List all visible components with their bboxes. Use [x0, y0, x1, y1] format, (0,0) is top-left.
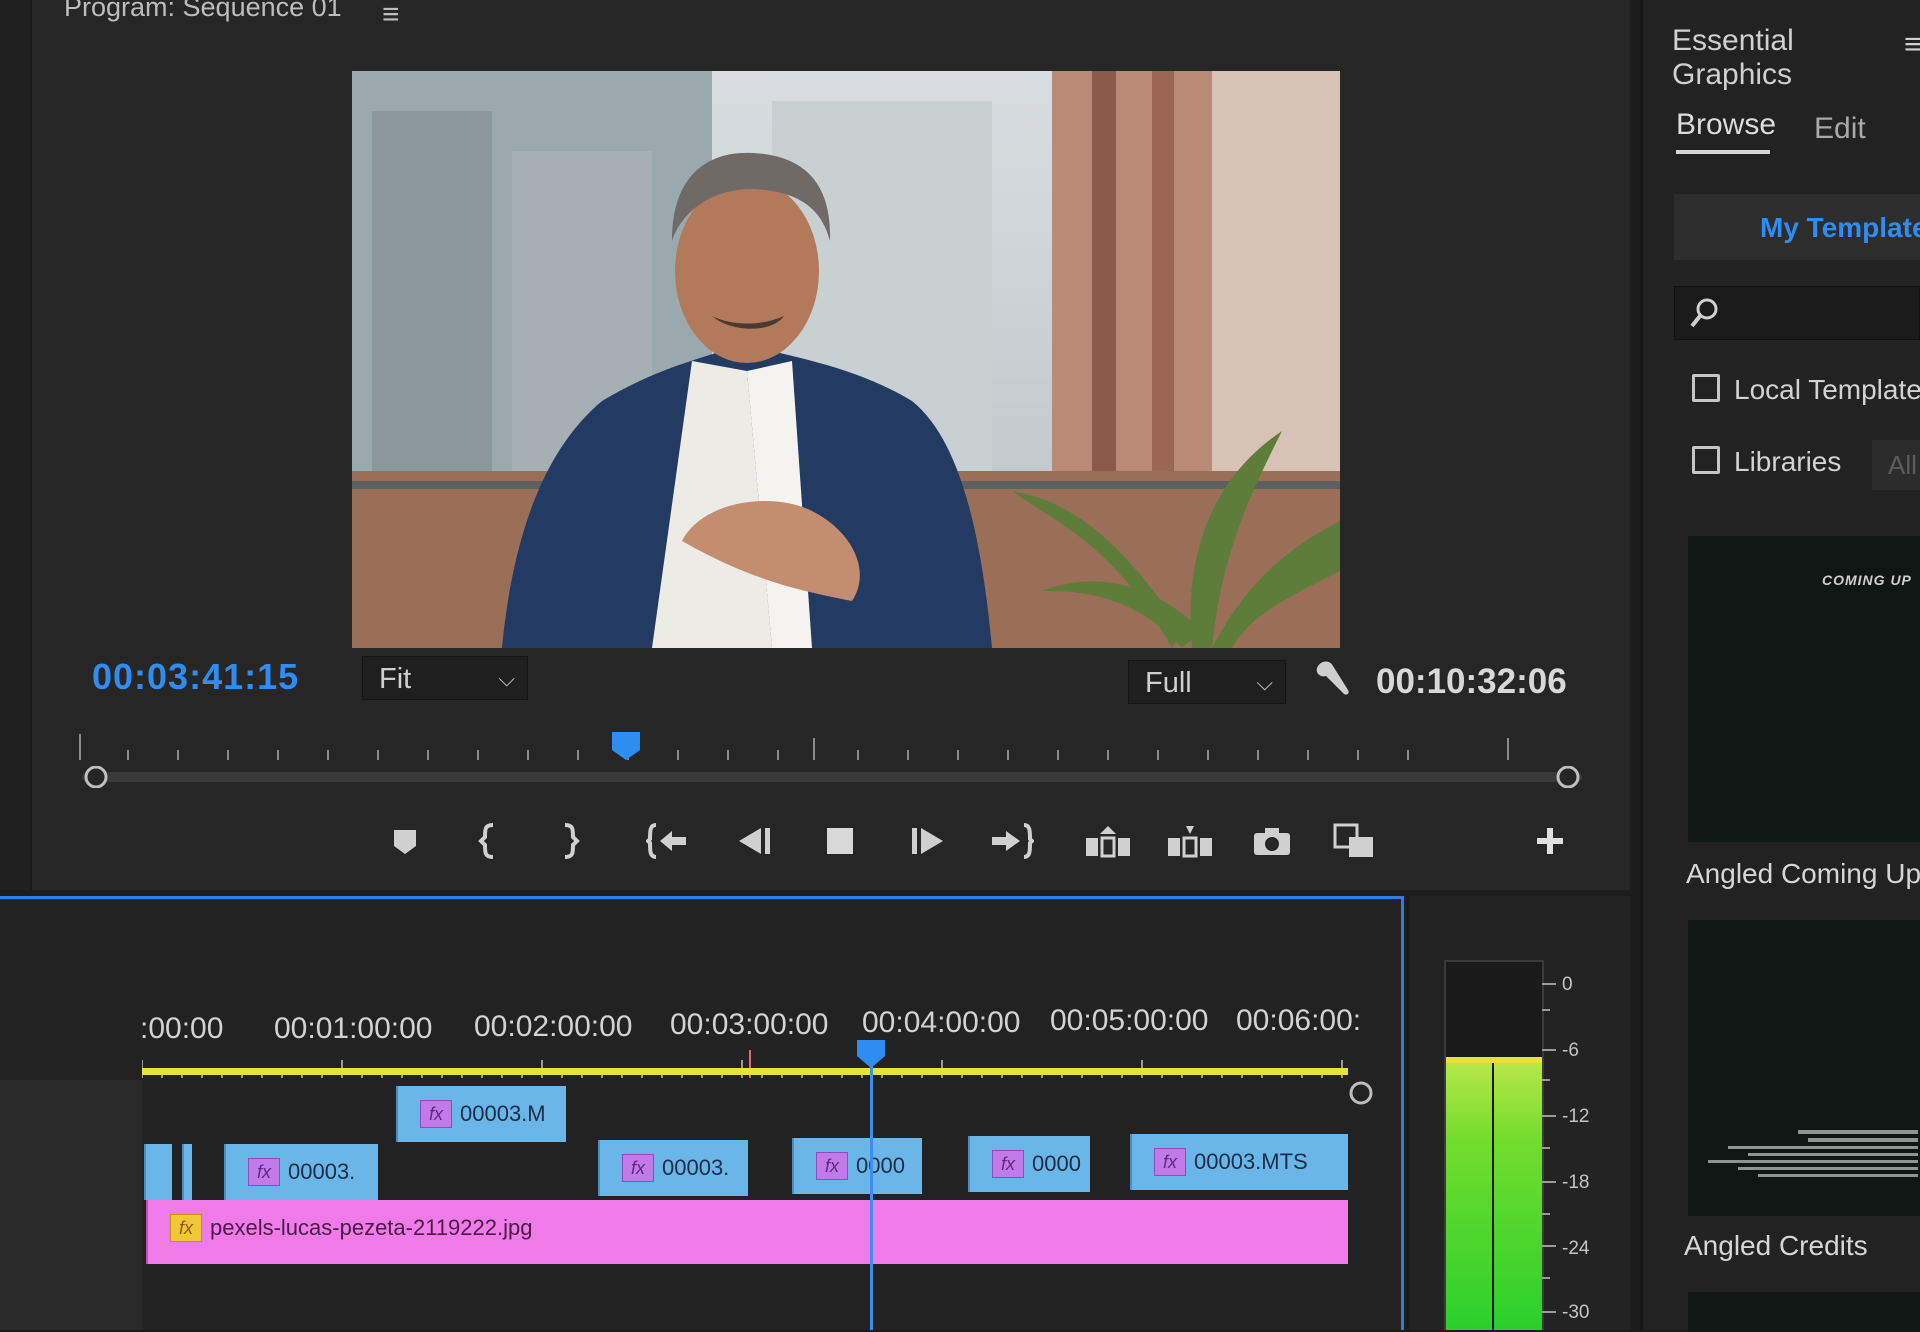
timeline-ruler-ticks[interactable] [142, 1050, 1352, 1080]
search-icon [1690, 298, 1718, 328]
hamburger-menu-icon[interactable]: ≡ [382, 0, 400, 32]
fx-badge-icon: fx [1154, 1148, 1186, 1176]
monitor-time-ruler[interactable] [78, 730, 1558, 764]
ruler-label: 00:05:00:00 [1050, 1004, 1209, 1037]
mark-out-icon[interactable] [540, 811, 600, 871]
ruler-label: 00:02:00:00 [474, 1010, 633, 1043]
credits-preview-graphic [1708, 1130, 1918, 1177]
tab-edit[interactable]: Edit [1814, 112, 1866, 146]
audio-meter-left-channel [1446, 1060, 1492, 1330]
video-clip-v1[interactable]: fx 00003. [224, 1144, 378, 1200]
work-area-bar[interactable] [142, 1068, 1348, 1075]
comparison-view-icon[interactable] [1325, 811, 1385, 871]
current-timecode[interactable]: 00:03:41:15 [92, 656, 299, 698]
video-clip-v2[interactable]: fx 00003.M [396, 1086, 566, 1142]
video-clip-v1[interactable]: fx 0000 [968, 1136, 1090, 1192]
clip-label: 0000 [856, 1153, 905, 1178]
wrench-settings-icon[interactable] [1310, 656, 1354, 700]
export-frame-icon[interactable] [1242, 811, 1302, 871]
clip-label: pexels-lucas-pezeta-2119222.jpg [210, 1215, 533, 1240]
fx-badge-icon: fx [816, 1152, 848, 1180]
libraries-checkbox[interactable] [1692, 446, 1720, 474]
db-label: 0 [1562, 974, 1573, 995]
panel-title: Essential Graphics [1672, 24, 1794, 91]
timeline-panel [0, 896, 1404, 1330]
db-label: -18 [1562, 1172, 1590, 1193]
clip-label: 00003.M [460, 1101, 546, 1126]
ruler-label: 00:06:00: [1236, 1004, 1362, 1037]
template-name: Angled Coming Up N [1686, 858, 1920, 889]
db-label: -30 [1562, 1302, 1590, 1323]
video-clip-v1[interactable]: fx 00003. [598, 1140, 748, 1196]
zoom-level-value: Fit [379, 663, 412, 695]
db-label: -12 [1562, 1106, 1590, 1127]
stop-icon[interactable] [810, 811, 870, 871]
template-name: Angled Credits [1684, 1230, 1868, 1261]
monitor-playhead-marker [612, 732, 640, 760]
track-headers [0, 1080, 142, 1330]
video-clip-v1[interactable]: fx 0000 [792, 1138, 922, 1194]
clip-label: 0000 [1032, 1151, 1081, 1176]
video-clip-v1-sliver[interactable] [144, 1144, 172, 1200]
local-templates-label: Local Templates [1734, 374, 1920, 405]
ruler-label: 00:03:00:00 [670, 1008, 829, 1041]
sequence-duration-timecode: 00:10:32:06 [1376, 662, 1567, 701]
lift-icon[interactable] [1078, 811, 1138, 871]
go-to-in-icon[interactable] [638, 811, 698, 871]
tab-browse[interactable]: Browse [1676, 108, 1776, 142]
step-back-icon[interactable] [725, 811, 785, 871]
panel-menu-icon[interactable]: ≡ [1904, 28, 1920, 62]
resolution-value: Full [1145, 667, 1192, 699]
my-templates-label: My Templates [1760, 212, 1920, 243]
timeline-vertical-scroll-handle[interactable] [1348, 1080, 1374, 1106]
program-video-frame[interactable] [352, 71, 1340, 648]
step-forward-icon[interactable] [897, 811, 957, 871]
fx-badge-icon: fx [248, 1158, 280, 1186]
local-templates-checkbox[interactable] [1692, 374, 1720, 402]
clip-label: 00003. [662, 1155, 730, 1180]
ruler-label: 00:01:00:00 [274, 1012, 433, 1045]
image-clip[interactable]: fx pexels-lucas-pezeta-2119222.jpg [146, 1200, 1348, 1264]
ruler-label: :00:00 [140, 1012, 224, 1045]
thumbnail-text: COMING UP [1822, 572, 1912, 588]
fx-badge-icon: fx [170, 1214, 202, 1242]
clip-label: 00003.MTS [1194, 1149, 1308, 1174]
fx-badge-icon: fx [420, 1100, 452, 1128]
clip-label: 00003. [288, 1159, 356, 1184]
timeline-playhead-line [870, 1042, 873, 1330]
video-still-image [352, 71, 1340, 648]
meter-scale-ticks [1542, 983, 1556, 1313]
ruler-label: 00:04:00:00 [862, 1006, 1021, 1039]
video-clip-v1-sliver[interactable] [182, 1144, 192, 1200]
extract-icon[interactable] [1160, 811, 1220, 871]
active-tab-indicator [1676, 150, 1770, 154]
db-label: -6 [1562, 1040, 1579, 1061]
mark-in-icon[interactable] [458, 811, 518, 871]
left-panel-edge [0, 0, 32, 890]
libraries-dropdown-value: All [1888, 450, 1917, 480]
go-to-out-icon[interactable] [982, 811, 1042, 871]
fx-badge-icon: fx [992, 1150, 1024, 1178]
transport-controls [360, 806, 1610, 876]
monitor-title: Program: Sequence 01 [64, 0, 342, 22]
template-thumbnail[interactable] [1688, 1292, 1920, 1332]
libraries-label: Libraries [1734, 446, 1842, 477]
chevron-down-icon: ⌵ [1256, 670, 1273, 695]
audio-meter-right-channel [1494, 1060, 1542, 1330]
add-button-icon[interactable] [1520, 811, 1580, 871]
audio-peak-indicator [1446, 1057, 1542, 1063]
playback-resolution-dropdown[interactable]: Full ⌵ [1128, 660, 1286, 704]
fx-badge-icon: fx [622, 1154, 654, 1182]
timeline-playhead-handle[interactable] [857, 1040, 885, 1068]
db-label: -24 [1562, 1238, 1590, 1259]
chevron-down-icon: ⌵ [498, 666, 515, 691]
template-thumbnail[interactable] [1688, 920, 1920, 1216]
monitor-zoom-scrollbar[interactable] [82, 766, 1582, 788]
zoom-level-dropdown[interactable]: Fit ⌵ [362, 656, 528, 700]
add-marker-icon[interactable] [375, 811, 435, 871]
video-clip-v1[interactable]: fx 00003.MTS [1130, 1134, 1348, 1190]
